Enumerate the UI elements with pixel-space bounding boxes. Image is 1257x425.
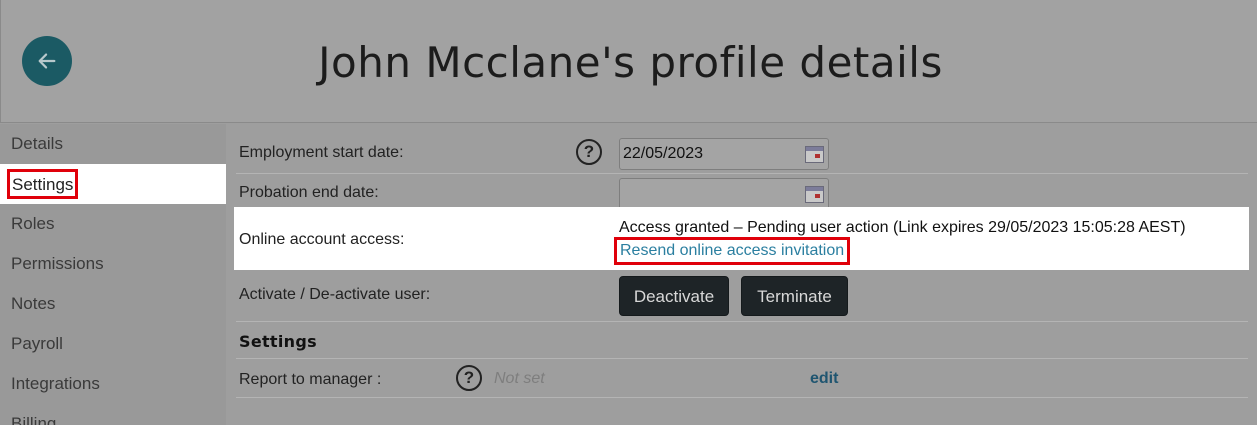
sidebar-item-roles[interactable]: Roles [0,204,226,244]
sidebar-item-permissions[interactable]: Permissions [0,244,226,284]
online-access-label: Online account access: [239,231,405,248]
activate-label: Activate / De-activate user: [239,286,431,303]
sidebar-item-label: Permissions [11,254,104,273]
sidebar-item-label: Roles [11,214,55,233]
terminate-button[interactable]: Terminate [741,276,848,316]
report-manager-row: Report to manager : ? [236,358,1248,398]
employment-start-date-input[interactable]: 22/05/2023 [619,138,829,170]
sidebar-item-details[interactable]: Details [0,124,226,164]
sidebar-item-label: Billing [11,414,57,425]
sidebar-item-label: Settings [7,169,79,199]
calendar-icon[interactable] [805,146,824,163]
probation-end-label: Probation end date: [239,184,379,201]
edit-manager-link[interactable]: edit [810,370,838,388]
sidebar-item-notes[interactable]: Notes [0,284,226,324]
sidebar-item-label: Notes [11,294,56,313]
activate-row: Activate / De-activate user: Deactivate … [236,270,1248,322]
sidebar-item-integrations[interactable]: Integrations [0,364,226,404]
sidebar-item-settings[interactable]: Settings [0,164,226,204]
sidebar: Details Settings Roles Permissions Notes… [0,124,226,425]
page-title: John Mcclane's profile details [318,38,943,87]
probation-end-date-input[interactable] [619,178,829,210]
sidebar-item-billing[interactable]: Billing [0,404,226,425]
probation-end-row: Probation end date: [236,174,1248,210]
online-access-row: Online account access: Access granted – … [234,207,1249,270]
calendar-icon[interactable] [805,186,824,203]
settings-section-title: Settings [239,332,317,351]
employment-start-row: Employment start date: ? 22/05/2023 [236,134,1248,174]
sidebar-item-label: Integrations [11,374,100,393]
help-icon[interactable]: ? [576,139,602,165]
main-content: Employment start date: ? 22/05/2023 Prob… [226,124,1257,425]
sidebar-item-label: Details [11,134,63,153]
deactivate-button[interactable]: Deactivate [619,276,729,316]
sidebar-item-label: Payroll [11,334,63,353]
manager-value: Not set [494,370,545,387]
report-manager-label: Report to manager : [239,371,382,388]
sidebar-item-payroll[interactable]: Payroll [0,324,226,364]
resend-invitation-link[interactable]: Resend online access invitation [614,237,851,265]
help-icon[interactable]: ? [456,365,482,391]
page-header: John Mcclane's profile details [0,0,1257,123]
employment-start-label: Employment start date: [239,144,404,161]
access-status-text: Access granted – Pending user action (Li… [619,219,1186,236]
employment-start-value: 22/05/2023 [623,145,704,162]
